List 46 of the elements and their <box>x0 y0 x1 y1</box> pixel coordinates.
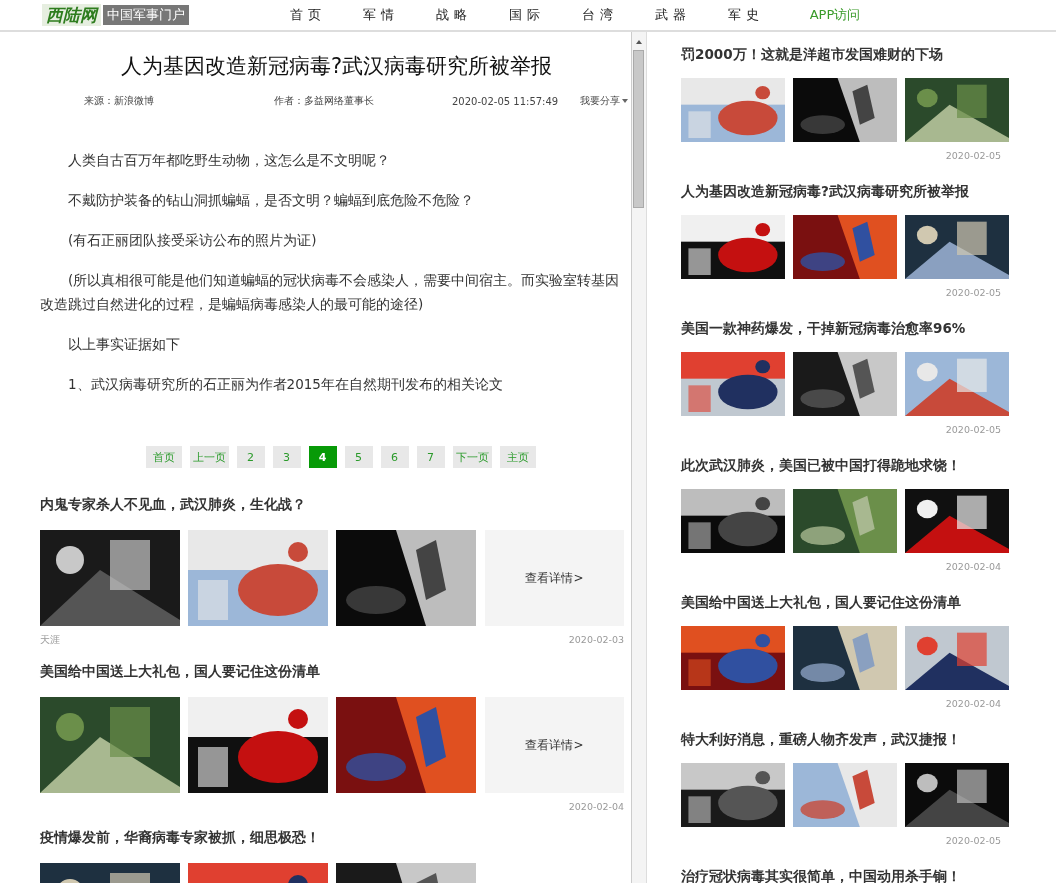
sidebar-date: 2020-02-04 <box>945 561 1001 572</box>
sidebar-title[interactable]: 人为基因改造新冠病毒?武汉病毒研究所被举报 <box>681 183 1056 201</box>
app-link[interactable]: APP访问 <box>780 6 890 24</box>
nav-link[interactable]: 首 页 <box>269 6 342 24</box>
related-title[interactable]: 美国给中国送上大礼包，国人要记住这份清单 <box>40 663 631 681</box>
sidebar-title[interactable]: 美国一款神药爆发，干掉新冠病毒治愈率96% <box>681 320 1056 338</box>
site-logo[interactable]: 西陆网 <box>42 4 101 26</box>
sidebar-title[interactable]: 治疗冠状病毒其实很简单，中国动用杀手锏！ <box>681 868 1056 883</box>
caret-icon <box>622 99 628 103</box>
related-date: 2020-02-04 <box>568 801 624 813</box>
sidebar-title[interactable]: 美国给中国送上大礼包，国人要记住这份清单 <box>681 594 1056 612</box>
article-author: 作者：多益网络董事长 <box>274 94 375 108</box>
article-paragraph: (所以真相很可能是他们知道蝙蝠的冠状病毒不会感染人，需要中间宿主。而实验室转基因改造跳过自然进化的过程，是蝙蝠病毒感染人的最可能的途径) <box>40 271 621 314</box>
article-paragraph: 不戴防护装备的钻山洞抓蝙蝠，是否文明？蝙蝠到底危险不危险？ <box>67 191 475 210</box>
related-title[interactable]: 疫情爆发前，华裔病毒专家被抓，细思极恐！ <box>40 829 631 847</box>
article-title: 人为基因改造新冠病毒?武汉病毒研究所被举报 <box>119 53 554 80</box>
related-title[interactable]: 内鬼专家杀人不见血，武汉肺炎，生化战？ <box>40 496 631 514</box>
nav-link[interactable]: 战 略 <box>415 6 488 24</box>
nav-link[interactable]: 国 际 <box>488 6 561 24</box>
article-paragraph: 以上事实证据如下 <box>67 335 181 354</box>
article-paragraph: 人类自古百万年都吃野生动物，这怎么是不文明呢？ <box>67 151 391 170</box>
nav-link[interactable]: 台 湾 <box>561 6 634 24</box>
nav-link[interactable]: 武 器 <box>634 6 707 24</box>
nav-link[interactable]: 军 史 <box>707 6 780 24</box>
article-paragraph: 1、武汉病毒研究所的石正丽为作者2015年在自然期刊发布的相关论文 <box>67 375 504 394</box>
details-link[interactable]: 查看详情> <box>485 530 624 626</box>
scrollbar[interactable] <box>631 32 647 883</box>
share-link[interactable]: 我要分享 <box>580 94 628 108</box>
sidebar-date: 2020-02-05 <box>945 424 1001 435</box>
page-link[interactable]: 4 <box>308 446 337 468</box>
related-date: 2020-02-03 <box>568 634 624 647</box>
nav-link[interactable]: 军 情 <box>342 6 415 24</box>
sidebar-date: 2020-02-05 <box>945 150 1001 161</box>
article-time: 2020-02-05 11:57:49 <box>452 95 560 107</box>
sidebar-title[interactable]: 特大利好消息，重磅人物齐发声，武汉捷报！ <box>681 731 1056 749</box>
sidebar-title[interactable]: 此次武汉肺炎，美国已被中国打得跪地求饶！ <box>681 457 1056 475</box>
details-link[interactable]: 查看详情> <box>485 697 624 793</box>
related-source: 天涯 <box>40 634 60 647</box>
sidebar-date: 2020-02-04 <box>945 698 1001 709</box>
scroll-thumb[interactable] <box>633 50 644 208</box>
sidebar-date: 2020-02-05 <box>945 835 1001 846</box>
site-tagline: 中国军事门户 <box>103 5 189 25</box>
sidebar-title[interactable]: 罚2000万！这就是洋超市发国难财的下场 <box>681 46 1056 64</box>
sidebar-date: 2020-02-05 <box>945 287 1001 298</box>
article-paragraph: (有石正丽团队接受采访公布的照片为证) <box>67 231 318 250</box>
article-source: 来源：新浪微博 <box>84 94 155 108</box>
